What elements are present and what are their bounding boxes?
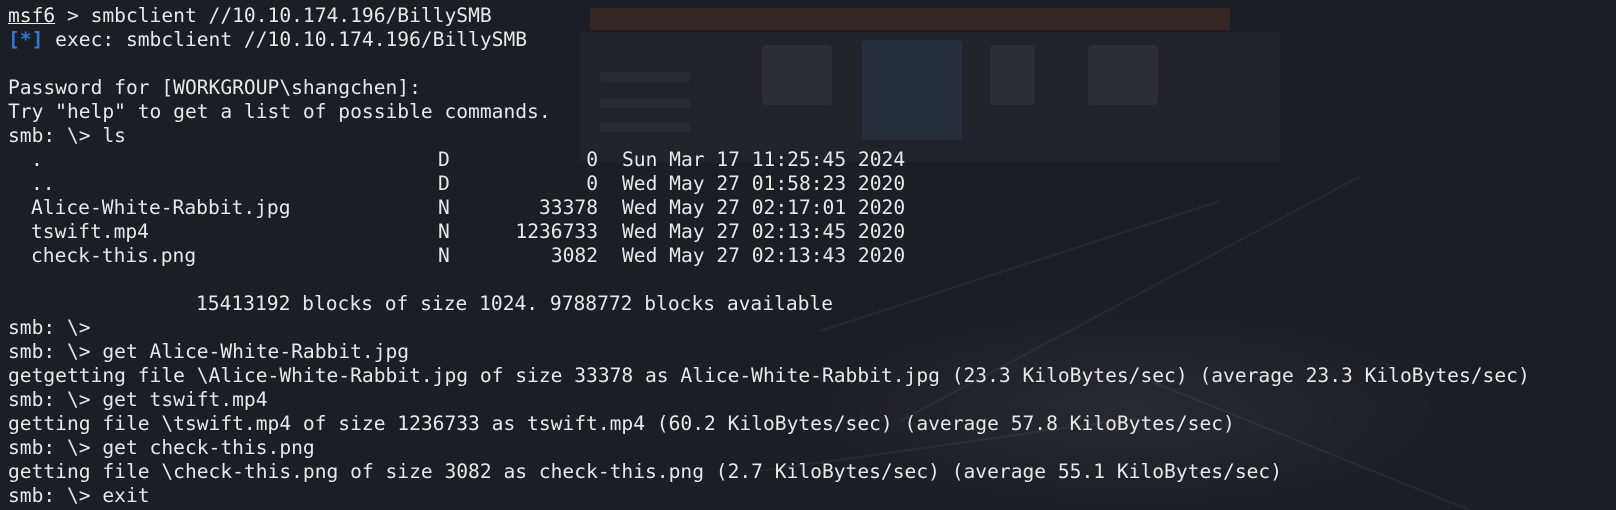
info-marker: [*] (8, 28, 44, 51)
line-text: getting file \tswift.mp4 of size 1236733… (8, 412, 1235, 435)
file-date: Wed May 27 02:13:43 2020 (622, 244, 906, 267)
output-line: smb: \> ls (8, 124, 1530, 148)
file-date: Wed May 27 02:17:01 2020 (622, 196, 906, 219)
exec-line: [*] exec: smbclient //10.10.174.196/Bill… (8, 28, 1530, 52)
file-size: 3082 (550, 244, 598, 267)
file-size: 0 (586, 148, 598, 171)
file-date: Sun Mar 17 11:25:45 2024 (622, 148, 906, 171)
file-date: Wed May 27 02:13:45 2020 (622, 220, 906, 243)
prompt-separator: > (55, 4, 91, 27)
file-type: N (438, 244, 450, 267)
file-size: 0 (586, 172, 598, 195)
msf-command-line: msf6 > smbclient //10.10.174.196/BillySM… (8, 4, 1530, 28)
file-date: Wed May 27 01:58:23 2020 (622, 172, 906, 195)
file-name: Alice-White-Rabbit.jpg (31, 196, 291, 219)
line-text: smb: \> get tswift.mp4 (8, 388, 268, 411)
output-line: getting file \tswift.mp4 of size 1236733… (8, 412, 1530, 436)
blocks-text: 15413192 blocks of size 1024. 9788772 bl… (196, 292, 834, 315)
output-line: getgetting file \Alice-White-Rabbit.jpg … (8, 364, 1530, 388)
directory-listing-row: . D 0 Sun Mar 17 11:25:45 2024 (8, 148, 1530, 172)
file-name: . (31, 148, 43, 171)
output-line: smb: \> (8, 316, 1530, 340)
file-size: 33378 (539, 196, 598, 219)
line-text: getgetting file \Alice-White-Rabbit.jpg … (8, 364, 1530, 387)
output-line: smb: \> get check-this.png (8, 436, 1530, 460)
command-text: smbclient //10.10.174.196/BillySMB (90, 4, 492, 27)
file-name: .. (31, 172, 55, 195)
output-line: smb: \> get tswift.mp4 (8, 388, 1530, 412)
exec-text: exec: smbclient //10.10.174.196/BillySMB (43, 28, 528, 51)
blocks-summary: 15413192 blocks of size 1024. 9788772 bl… (8, 292, 1530, 316)
directory-listing-row: tswift.mp4 N 1236733 Wed May 27 02:13:45 20… (8, 220, 1530, 244)
output-line: getting file \check-this.png of size 308… (8, 460, 1530, 484)
output-line: Password for [WORKGROUP\shangchen]: (8, 76, 1530, 100)
directory-listing-row: Alice-White-Rabbit.jpg N 33378 Wed May 27 0… (8, 196, 1530, 220)
line-text: smb: \> get check-this.png (8, 436, 315, 459)
terminal-window[interactable]: msf6 > smbclient //10.10.174.196/BillySM… (0, 0, 1616, 510)
file-type: N (438, 220, 450, 243)
output-line: Try "help" to get a list of possible com… (8, 100, 1530, 124)
file-name: tswift.mp4 (31, 220, 149, 243)
line-text: smb: \> (8, 316, 91, 339)
line-text: getting file \check-this.png of size 308… (8, 460, 1283, 483)
msf-prompt: msf6 (8, 4, 56, 27)
line-text: smb: \> exit (8, 484, 150, 507)
file-type: N (438, 196, 450, 219)
terminal-output[interactable]: msf6 > smbclient //10.10.174.196/BillySM… (8, 4, 1530, 508)
line-text: smb: \> ls (8, 124, 126, 147)
file-type: D (438, 148, 450, 171)
output-line: smb: \> exit (8, 484, 1530, 508)
file-name: check-this.png (31, 244, 197, 267)
directory-listing-row: .. D 0 Wed May 27 01:58:23 2020 (8, 172, 1530, 196)
directory-listing-row: check-this.png N 3082 Wed May 27 02:13:43 2… (8, 244, 1530, 268)
line-text: smb: \> get Alice-White-Rabbit.jpg (8, 340, 410, 363)
line-text: Try "help" to get a list of possible com… (8, 100, 551, 123)
file-type: D (438, 172, 450, 195)
file-size: 1236733 (515, 220, 598, 243)
line-text: Password for [WORKGROUP\shangchen]: (8, 76, 421, 99)
output-line: smb: \> get Alice-White-Rabbit.jpg (8, 340, 1530, 364)
